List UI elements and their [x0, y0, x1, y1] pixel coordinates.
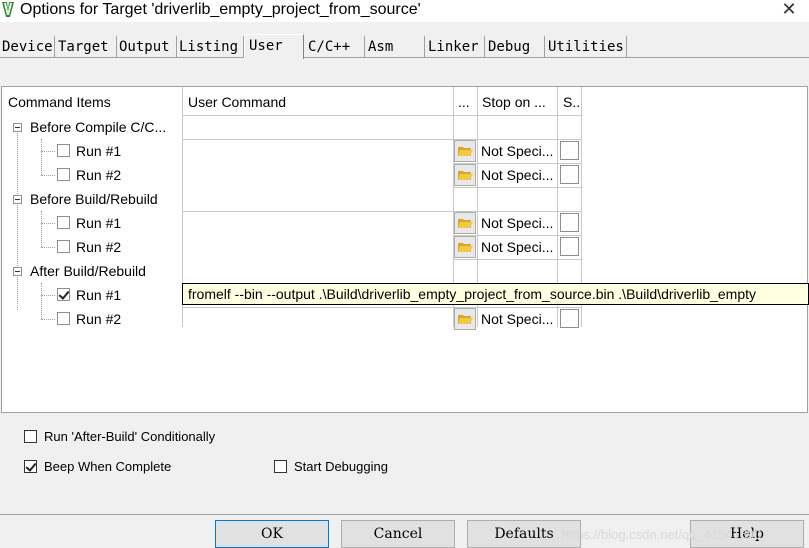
run-checkbox[interactable]	[57, 144, 70, 157]
watermark-text: https://blog.csdn.net/qq_41541690	[562, 527, 762, 542]
collapse-icon[interactable]	[13, 123, 22, 132]
header-browse[interactable]: ...	[458, 91, 476, 113]
keil-app-icon	[2, 2, 14, 17]
run-label: Run #2	[76, 311, 122, 327]
stop-on-select[interactable]: Not Speci...	[478, 236, 558, 258]
tree-connector	[41, 211, 42, 247]
ok-button[interactable]: OK	[215, 520, 329, 548]
tab-utilities[interactable]: Utilities	[546, 36, 627, 58]
run-checkbox[interactable]	[57, 240, 70, 253]
tab-device[interactable]: Device	[0, 36, 55, 58]
window-title: Options for Target 'driverlib_empty_proj…	[20, 1, 421, 18]
tree-connector	[41, 175, 55, 176]
run-checkbox[interactable]	[57, 216, 70, 229]
command-tooltip: fromelf --bin --output .\Build\driverlib…	[182, 283, 809, 305]
header-user-command[interactable]: User Command	[188, 91, 450, 113]
browse-folder-icon[interactable]	[454, 212, 476, 234]
tab-user[interactable]: User	[244, 34, 304, 59]
collapse-icon[interactable]	[13, 195, 22, 204]
s-checkbox[interactable]	[560, 309, 579, 328]
browse-folder-icon[interactable]	[454, 140, 476, 162]
stop-on-select[interactable]: Not Speci...	[478, 212, 558, 234]
cancel-button[interactable]: Cancel	[341, 520, 455, 548]
divider	[0, 514, 809, 515]
run-checkbox[interactable]	[57, 168, 70, 181]
user-command-field[interactable]	[183, 236, 453, 260]
user-command-field[interactable]	[183, 140, 453, 164]
tab-linker[interactable]: Linker	[426, 36, 485, 58]
tree-connector	[41, 283, 42, 319]
run-after-build-conditionally-checkbox[interactable]	[24, 430, 37, 443]
user-command-field[interactable]	[183, 164, 453, 188]
tab-debug[interactable]: Debug	[486, 36, 545, 58]
user-commands-grid: Command Items User Command ... Stop on .…	[1, 86, 808, 413]
browse-folder-icon[interactable]	[454, 308, 476, 330]
tree-connector	[41, 151, 55, 152]
stop-on-select[interactable]: Not Speci...	[478, 140, 558, 162]
tab-output[interactable]: Output	[117, 36, 177, 58]
tab-asm[interactable]: Asm	[366, 36, 425, 58]
browse-folder-icon[interactable]	[454, 164, 476, 186]
group-after-build[interactable]: After Build/Rebuild	[30, 261, 146, 281]
browse-folder-icon[interactable]	[454, 236, 476, 258]
stop-on-select[interactable]: Not Speci...	[478, 164, 558, 186]
run-label: Run #1	[76, 287, 122, 303]
tree-connector	[41, 295, 55, 296]
tree-connector	[41, 247, 55, 248]
header-s[interactable]: S..	[563, 91, 581, 113]
run-label: Run #1	[76, 215, 122, 231]
start-debugging-checkbox[interactable]	[274, 460, 287, 473]
run-after-build-conditionally-label: Run 'After-Build' Conditionally	[44, 429, 216, 444]
tree-connector	[41, 319, 55, 320]
beep-when-complete-checkbox[interactable]	[24, 460, 37, 473]
s-checkbox[interactable]	[560, 141, 579, 160]
tree-connector	[41, 223, 55, 224]
beep-when-complete-label: Beep When Complete	[44, 459, 172, 474]
run-label: Run #2	[76, 239, 122, 255]
s-checkbox[interactable]	[560, 165, 579, 184]
run-checkbox[interactable]	[57, 312, 70, 325]
run-label: Run #1	[76, 143, 122, 159]
s-checkbox[interactable]	[560, 213, 579, 232]
tab-cpp[interactable]: C/C++	[306, 36, 365, 58]
run-checkbox[interactable]	[57, 288, 70, 301]
tree-connector	[41, 139, 42, 175]
user-command-field[interactable]	[183, 308, 453, 332]
collapse-icon[interactable]	[13, 267, 22, 276]
tree-connector	[17, 130, 18, 310]
run-label: Run #2	[76, 167, 122, 183]
header-stop-on[interactable]: Stop on ...	[482, 91, 556, 113]
start-debugging-label: Start Debugging	[294, 459, 388, 474]
user-command-field[interactable]	[183, 212, 453, 236]
tab-target[interactable]: Target	[56, 36, 117, 58]
stop-on-select[interactable]: Not Speci...	[478, 308, 558, 330]
close-icon[interactable]: ✕	[769, 0, 809, 22]
title-bar: Options for Target 'driverlib_empty_proj…	[0, 0, 809, 22]
s-checkbox[interactable]	[560, 237, 579, 256]
tab-strip: Device Target Output Listing User C/C++ …	[0, 34, 809, 59]
group-before-compile[interactable]: Before Compile C/C...	[30, 117, 166, 137]
header-command-items[interactable]: Command Items	[8, 91, 178, 113]
tab-listing[interactable]: Listing	[177, 36, 244, 58]
group-before-build[interactable]: Before Build/Rebuild	[30, 189, 158, 209]
